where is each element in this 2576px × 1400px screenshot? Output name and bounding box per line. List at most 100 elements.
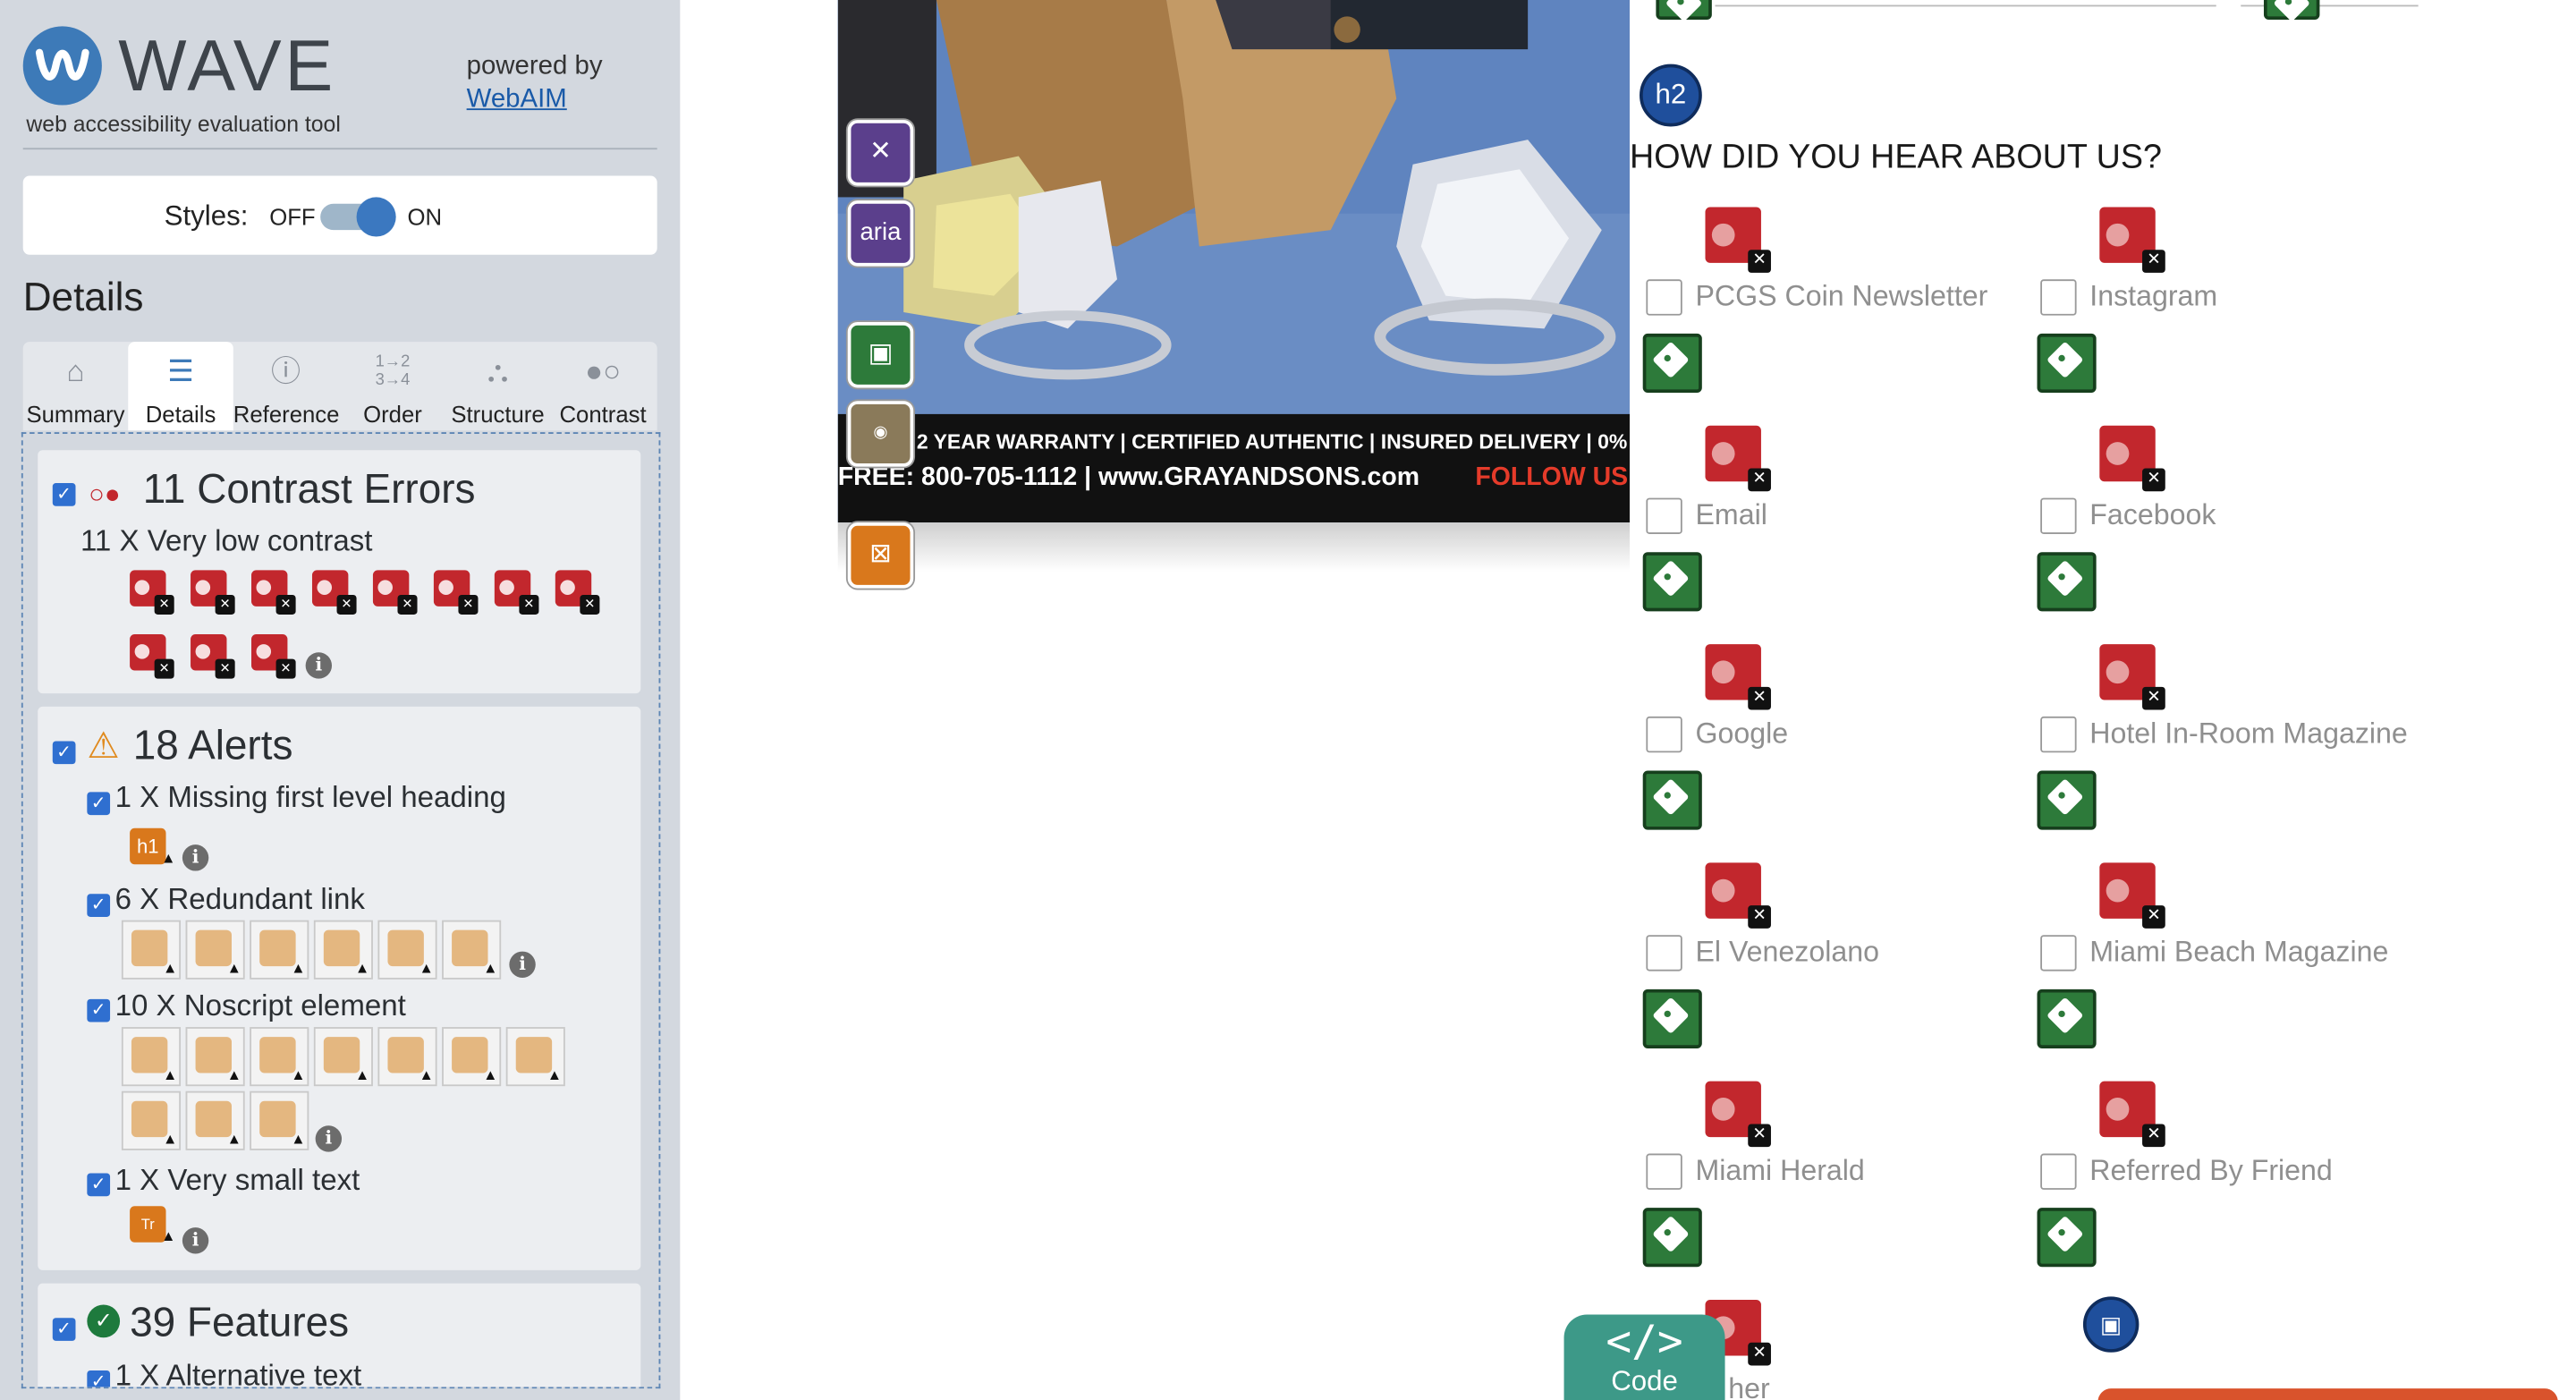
contrast-error-icon[interactable] xyxy=(433,570,479,615)
contrast-errors-checkbox[interactable]: ✓ xyxy=(52,483,76,506)
alert-checkbox-redundant-link[interactable]: ✓ xyxy=(87,894,111,917)
contrast-error-icon[interactable] xyxy=(1705,644,1771,710)
submit-button-edge[interactable] xyxy=(2097,1388,2558,1400)
label-tag-icon[interactable] xyxy=(1642,770,1702,830)
redundant-link-icon[interactable] xyxy=(442,920,502,980)
redundant-link-icon[interactable] xyxy=(377,920,437,980)
noscript-icon[interactable] xyxy=(442,1027,502,1087)
contrast-error-icon[interactable] xyxy=(130,634,174,679)
label-tag-icon[interactable] xyxy=(2037,333,2097,394)
toggle-knob[interactable] xyxy=(356,197,396,237)
option-label-instagram[interactable]: Instagram xyxy=(2089,279,2217,314)
option-label-el-venezolano[interactable]: El Venezolano xyxy=(1695,935,1879,970)
label-tag-icon[interactable] xyxy=(2263,0,2320,21)
option-checkbox-google[interactable] xyxy=(1646,716,1682,753)
contrast-error-icon[interactable] xyxy=(1705,1081,1771,1148)
contrast-error-icon[interactable] xyxy=(251,570,296,615)
noscript-icon[interactable] xyxy=(313,1027,373,1087)
label-tag-icon[interactable] xyxy=(1656,0,1712,21)
noscript-icon[interactable] xyxy=(121,1090,182,1150)
noscript-icon[interactable] xyxy=(250,1027,309,1087)
heading-alert-icon[interactable]: h1 xyxy=(130,827,176,876)
feature-checkbox-alt-text[interactable]: ✓ xyxy=(87,1370,111,1387)
redundant-link-icon[interactable] xyxy=(313,920,373,980)
h2-badge-icon[interactable]: h2 xyxy=(1640,64,1702,127)
input-field-edge[interactable] xyxy=(1715,0,2216,7)
tab-order[interactable]: 1→2 3→4 Order xyxy=(340,342,445,430)
info-icon[interactable]: i xyxy=(509,951,536,978)
image-thumbnail-badge[interactable]: ◉ xyxy=(847,401,914,467)
option-checkbox-referred-by-friend[interactable] xyxy=(2040,1153,2077,1190)
info-icon[interactable]: i xyxy=(305,652,333,679)
label-tag-icon[interactable] xyxy=(2037,552,2097,612)
label-tag-icon[interactable] xyxy=(2037,988,2097,1048)
contrast-error-icon[interactable] xyxy=(191,634,235,679)
contrast-error-icon[interactable] xyxy=(2099,207,2165,273)
option-checkbox-instagram[interactable] xyxy=(2040,279,2077,316)
option-label-email[interactable]: Email xyxy=(1695,498,1767,533)
contrast-error-icon[interactable] xyxy=(191,570,235,615)
info-icon[interactable]: i xyxy=(182,844,209,871)
option-label-other[interactable]: her xyxy=(1728,1372,1769,1400)
webaim-link[interactable]: WebAIM xyxy=(467,86,567,114)
jewelry-banner-image[interactable]: 2 YEAR WARRANTY | CERTIFIED AUTHENTIC | … xyxy=(837,0,1631,523)
contrast-error-icon[interactable] xyxy=(372,570,418,615)
features-checkbox[interactable]: ✓ xyxy=(52,1318,76,1341)
contrast-error-icon[interactable] xyxy=(130,570,174,615)
alerts-checkbox[interactable]: ✓ xyxy=(52,741,76,765)
contrast-error-icon[interactable] xyxy=(1705,425,1771,492)
option-checkbox-pcgs[interactable] xyxy=(1646,279,1682,316)
tab-details[interactable]: ☰ Details xyxy=(128,342,233,431)
structure-region-badge-icon[interactable]: ▣ xyxy=(2082,1296,2140,1353)
tab-summary[interactable]: ⌂ Summary xyxy=(23,342,129,430)
option-checkbox-facebook[interactable] xyxy=(2040,497,2077,534)
redundant-link-icon[interactable] xyxy=(121,920,182,980)
option-label-google[interactable]: Google xyxy=(1695,717,1788,751)
contrast-error-icon[interactable] xyxy=(311,570,357,615)
label-tag-icon[interactable] xyxy=(1642,1208,1702,1268)
contrast-error-icon[interactable] xyxy=(1705,207,1771,273)
styles-toggle-switch[interactable] xyxy=(320,197,396,237)
option-label-referred-by-friend[interactable]: Referred By Friend xyxy=(2089,1154,2333,1189)
small-text-icon[interactable]: Tr xyxy=(130,1206,176,1254)
option-label-pcgs[interactable]: PCGS Coin Newsletter xyxy=(1695,279,1987,314)
contrast-error-icon[interactable] xyxy=(2099,425,2165,492)
alert-checkbox-small-text[interactable]: ✓ xyxy=(87,1173,111,1197)
code-panel-toggle[interactable]: </> Code xyxy=(1563,1314,1725,1400)
contrast-error-icon[interactable] xyxy=(494,570,539,615)
label-tag-icon[interactable] xyxy=(2037,1208,2097,1268)
option-label-facebook[interactable]: Facebook xyxy=(2089,498,2216,533)
tab-reference[interactable]: ⓘ Reference xyxy=(233,342,340,430)
aria-label-badge-icon[interactable]: ✕ xyxy=(847,120,914,186)
option-checkbox-hotel-magazine[interactable] xyxy=(2040,716,2077,753)
noscript-icon[interactable] xyxy=(377,1027,437,1087)
tab-contrast[interactable]: ●○ Contrast xyxy=(550,342,656,430)
option-checkbox-el-venezolano[interactable] xyxy=(1646,935,1682,972)
alert-checkbox-noscript[interactable]: ✓ xyxy=(87,998,111,1022)
noscript-icon[interactable] xyxy=(121,1027,182,1087)
redundant-link-icon[interactable] xyxy=(185,920,245,980)
contrast-error-icon[interactable] xyxy=(1705,862,1771,929)
image-alt-badge-icon[interactable]: ▣ xyxy=(847,322,914,388)
option-checkbox-miami-herald[interactable] xyxy=(1646,1153,1682,1190)
contrast-error-icon[interactable] xyxy=(251,634,296,679)
info-icon[interactable]: i xyxy=(315,1125,343,1152)
contrast-error-icon[interactable] xyxy=(2099,862,2165,929)
contrast-error-icon[interactable] xyxy=(2099,644,2165,710)
tab-structure[interactable]: ⛬ Structure xyxy=(445,342,551,430)
noscript-icon[interactable] xyxy=(250,1090,309,1150)
info-icon[interactable]: i xyxy=(182,1227,209,1254)
option-checkbox-email[interactable] xyxy=(1646,497,1682,534)
noscript-icon[interactable] xyxy=(505,1027,565,1087)
noscript-icon[interactable] xyxy=(185,1027,245,1087)
label-tag-icon[interactable] xyxy=(1642,333,1702,394)
label-tag-icon[interactable] xyxy=(1642,552,1702,612)
contrast-error-icon[interactable] xyxy=(555,570,600,615)
alert-checkbox-missing-h1[interactable]: ✓ xyxy=(87,792,111,816)
label-tag-icon[interactable] xyxy=(2037,770,2097,830)
noscript-icon[interactable] xyxy=(185,1090,245,1150)
contrast-error-icon[interactable] xyxy=(2099,1081,2165,1148)
option-label-miami-herald[interactable]: Miami Herald xyxy=(1695,1154,1864,1189)
noscript-badge-icon[interactable]: ⊠ xyxy=(847,522,914,589)
aria-badge-icon[interactable]: aria xyxy=(847,200,914,267)
